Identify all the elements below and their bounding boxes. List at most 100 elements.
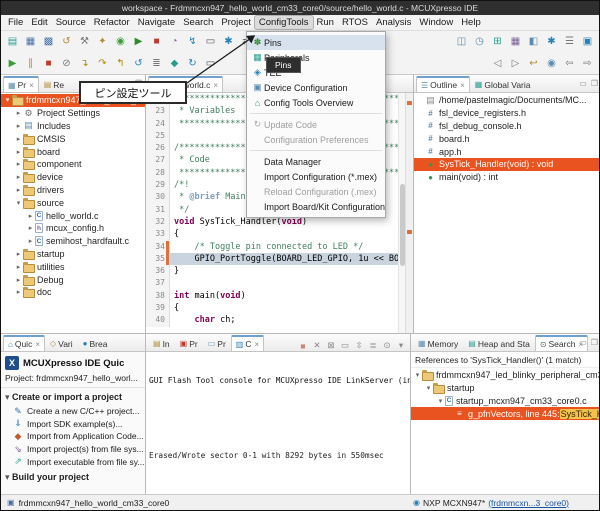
expander-icon[interactable]: ▸: [14, 135, 23, 143]
build-icon[interactable]: ⚒: [76, 33, 93, 51]
back-icon[interactable]: ⇦: [561, 55, 578, 73]
panel-tab[interactable]: ☰ Outline ×: [416, 76, 470, 92]
outline-item[interactable]: app.h: [414, 145, 600, 158]
tree-item[interactable]: ▸ Includes: [1, 120, 145, 133]
scroll-lock-icon[interactable]: ⇳: [353, 340, 365, 351]
ide-icon[interactable]: ✱: [543, 33, 560, 51]
tree-item[interactable]: ▸ component: [1, 158, 145, 171]
tree-item[interactable]: ▸ drivers: [1, 184, 145, 197]
expander-icon[interactable]: ▸: [26, 212, 35, 220]
menu-item[interactable]: ConfigTools: [255, 16, 313, 29]
menu-item[interactable]: Window: [415, 16, 457, 29]
expander-icon[interactable]: ▸: [14, 186, 23, 194]
mark-occurrences-icon[interactable]: ◆: [166, 55, 183, 73]
expander-icon[interactable]: ▸: [14, 263, 23, 271]
terminate-icon[interactable]: ■: [148, 33, 165, 51]
menu-item[interactable]: Help: [457, 16, 485, 29]
code-line[interactable]: 35 GPIO_PortToggle(BOARD_LED_GPIO, 1u <<…: [146, 253, 413, 265]
display-console-icon[interactable]: ▾: [395, 340, 407, 351]
flash-icon[interactable]: ↯: [184, 33, 201, 51]
tab-close-icon[interactable]: ×: [213, 81, 218, 90]
resume-icon[interactable]: ▶: [4, 55, 21, 73]
expander-icon[interactable]: ▸: [14, 173, 23, 181]
new-wizard-icon[interactable]: ✱: [220, 33, 237, 51]
config-menu-item[interactable]: Data Manager: [247, 154, 385, 169]
editor-scrollbar[interactable]: [398, 93, 405, 333]
tree-item[interactable]: ▾ source: [1, 196, 145, 209]
expander-icon[interactable]: ▾: [413, 371, 422, 379]
terminate-console-icon[interactable]: ■: [297, 341, 309, 351]
remove-all-launches-icon[interactable]: ⊠: [325, 340, 337, 351]
next-annotation-icon[interactable]: ▷: [507, 55, 524, 73]
clear-console-icon[interactable]: ▭: [339, 340, 351, 351]
quickstart-section-create[interactable]: Create or import a project: [1, 388, 145, 405]
config-menu-item[interactable]: Import Configuration (*.mex): [247, 169, 385, 184]
code-line[interactable]: 34 /* Toggle pin connected to LED */: [146, 241, 413, 253]
forward-icon[interactable]: ⇨: [579, 55, 596, 73]
tree-item[interactable]: ▸ mcux_config.h: [1, 222, 145, 235]
panel-tab[interactable]: ▤ Heap and Sta: [463, 335, 535, 351]
grid-icon[interactable]: ▦: [507, 33, 524, 51]
config-menu-item[interactable]: Configuration Preferences: [247, 132, 385, 147]
search-result-item[interactable]: ▾ startup: [411, 382, 600, 395]
tab-close-icon[interactable]: ×: [254, 340, 259, 349]
tab-close-icon[interactable]: ×: [35, 340, 40, 349]
outline-item[interactable]: /home/pastelmagic/Documents/MC...: [414, 94, 600, 107]
tree-item[interactable]: ▸ Debug: [1, 273, 145, 286]
expander-icon[interactable]: ▸: [14, 122, 23, 130]
step-into-icon[interactable]: ↴: [76, 55, 93, 73]
outline-item[interactable]: fsl_device_registers.h: [414, 107, 600, 120]
panel-tab[interactable]: ▤ Re: [39, 76, 69, 92]
tree-item[interactable]: ▸ Project Settings: [1, 107, 145, 120]
develop-icon[interactable]: ▣: [579, 33, 596, 51]
menu-item[interactable]: Analysis: [372, 16, 415, 29]
undo-icon[interactable]: ↺: [58, 33, 75, 51]
menu-item[interactable]: Search: [179, 16, 217, 29]
step-return-icon[interactable]: ↰: [112, 55, 129, 73]
tree-item[interactable]: ▸ utilities: [1, 260, 145, 273]
maximize-icon[interactable]: [591, 79, 598, 88]
suspend-icon[interactable]: ∥: [22, 55, 39, 73]
refresh-icon[interactable]: ↻: [184, 55, 201, 73]
config-menu-item[interactable]: [250, 147, 382, 151]
search-result-item[interactable]: ▾ startup_mcxn947_cm33_core0.c: [411, 395, 600, 408]
panel-tab[interactable]: ▥ C ×: [231, 335, 264, 351]
config-menu-item[interactable]: [250, 110, 382, 114]
expander-icon[interactable]: ▸: [14, 250, 23, 258]
config-menu-item[interactable]: ✽ Pins: [247, 35, 385, 50]
outline-item[interactable]: SysTick_Handler(void) : void: [414, 158, 600, 171]
restart-icon[interactable]: ↺: [130, 55, 147, 73]
panel-tab[interactable]: ● Brea: [78, 335, 113, 351]
terminal-icon[interactable]: ▭: [202, 33, 219, 51]
config-menu-item[interactable]: Reload Configuration (.mex): [247, 184, 385, 199]
pin-editor-icon[interactable]: ◫: [453, 33, 470, 51]
panel-tab[interactable]: ▣ Pr: [175, 335, 203, 351]
config-menu-item[interactable]: Import Board/Kit Configuration: [247, 199, 385, 214]
tree-item[interactable]: ▸ device: [1, 171, 145, 184]
tree-item[interactable]: ▸ board: [1, 145, 145, 158]
menu-item[interactable]: RTOS: [338, 16, 372, 29]
tree-item[interactable]: ▸ semihost_hardfault.c: [1, 235, 145, 248]
menu-item[interactable]: Run: [313, 16, 338, 29]
quickstart-action[interactable]: ⇗ Import executable from file sy...: [1, 455, 145, 468]
code-line[interactable]: 40 char ch;: [146, 314, 413, 326]
expander-icon[interactable]: ▸: [14, 276, 23, 284]
new-icon[interactable]: ▤: [4, 33, 21, 51]
outline-item[interactable]: main(void) : int: [414, 171, 600, 184]
console-output[interactable]: GUI Flash Tool console for MCUXpresso ID…: [146, 352, 410, 496]
instruction-stepping-icon[interactable]: ≣: [148, 55, 165, 73]
expander-icon[interactable]: ▾: [14, 199, 23, 207]
expander-icon[interactable]: ▸: [14, 109, 23, 117]
quickstart-action[interactable]: ◆ Import from Application Code...: [1, 430, 145, 443]
tree-item[interactable]: ▸ CMSIS: [1, 132, 145, 145]
menu-item[interactable]: Edit: [27, 16, 51, 29]
quickstart-action[interactable]: ⇘ Import project(s) from file sys...: [1, 443, 145, 456]
expander-icon[interactable]: ▸: [14, 288, 23, 296]
ruler-mark[interactable]: [407, 230, 412, 234]
quickstart-action[interactable]: ⇓ Import SDK example(s)...: [1, 418, 145, 431]
menu-item[interactable]: Refactor: [90, 16, 134, 29]
last-edit-icon[interactable]: ↩: [525, 55, 542, 73]
save-icon[interactable]: ▦: [22, 33, 39, 51]
config-menu-item[interactable]: ▣ Device Configuration: [247, 80, 385, 95]
expander-icon[interactable]: ▸: [26, 237, 35, 245]
